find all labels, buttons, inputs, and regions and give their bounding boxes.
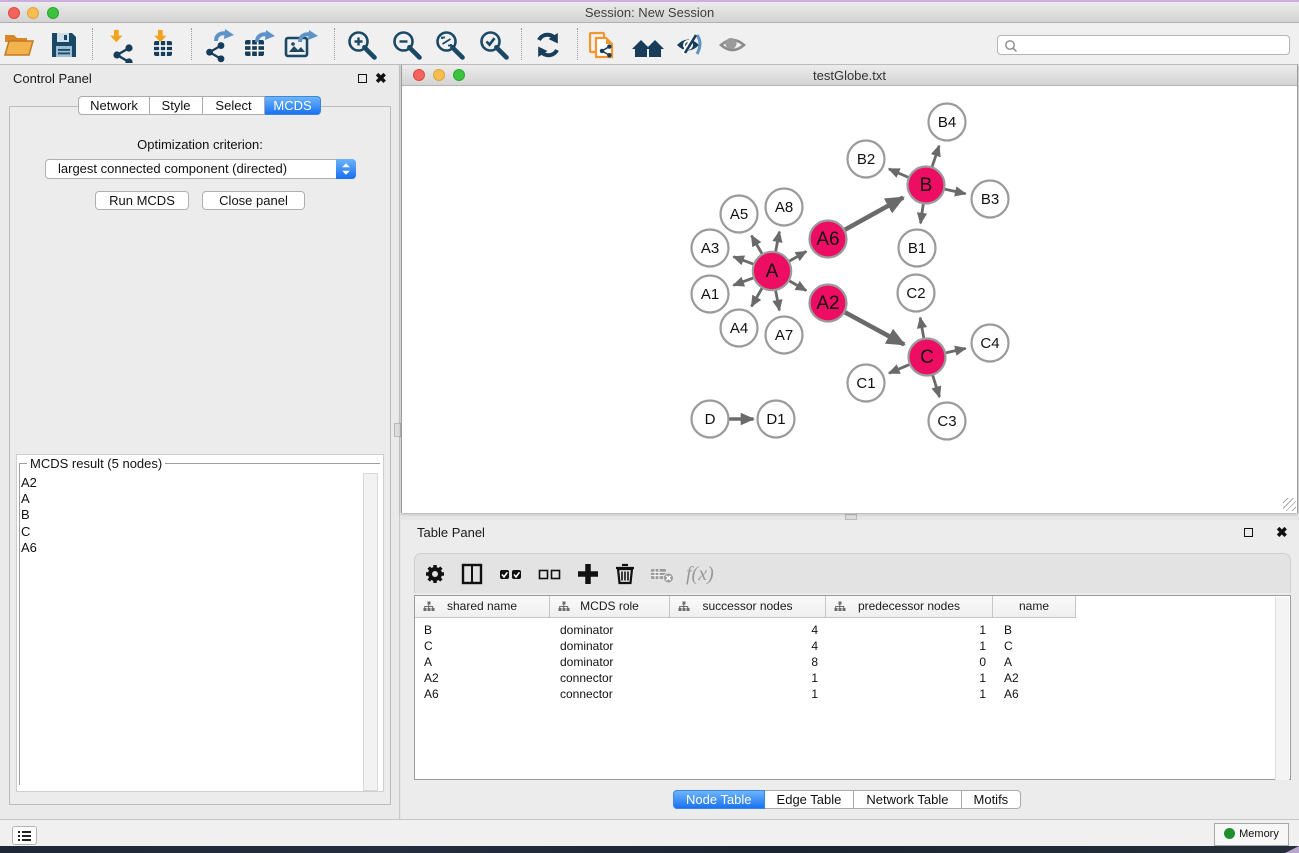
- svg-text:A4: A4: [730, 320, 748, 337]
- svg-text:A8: A8: [775, 199, 793, 216]
- svg-text:A3: A3: [701, 240, 719, 257]
- svg-text:B1: B1: [908, 240, 926, 257]
- svg-text:B: B: [920, 175, 933, 196]
- svg-text:D: D: [705, 411, 716, 428]
- svg-text:B2: B2: [857, 151, 875, 168]
- svg-text:A5: A5: [730, 206, 748, 223]
- svg-text:A2: A2: [816, 293, 839, 314]
- svg-text:B3: B3: [981, 191, 999, 208]
- svg-text:C3: C3: [937, 413, 956, 430]
- svg-text:B4: B4: [938, 114, 956, 131]
- svg-text:A7: A7: [775, 327, 793, 344]
- svg-text:f(x): f(x): [686, 563, 714, 585]
- svg-text:A6: A6: [816, 229, 839, 250]
- svg-text:C: C: [920, 347, 934, 368]
- svg-text:A: A: [766, 261, 779, 282]
- svg-text:D1: D1: [766, 411, 785, 428]
- svg-text:C4: C4: [980, 335, 999, 352]
- svg-text:C2: C2: [906, 285, 925, 302]
- svg-text:C1: C1: [856, 375, 875, 392]
- svg-text:A1: A1: [701, 286, 719, 303]
